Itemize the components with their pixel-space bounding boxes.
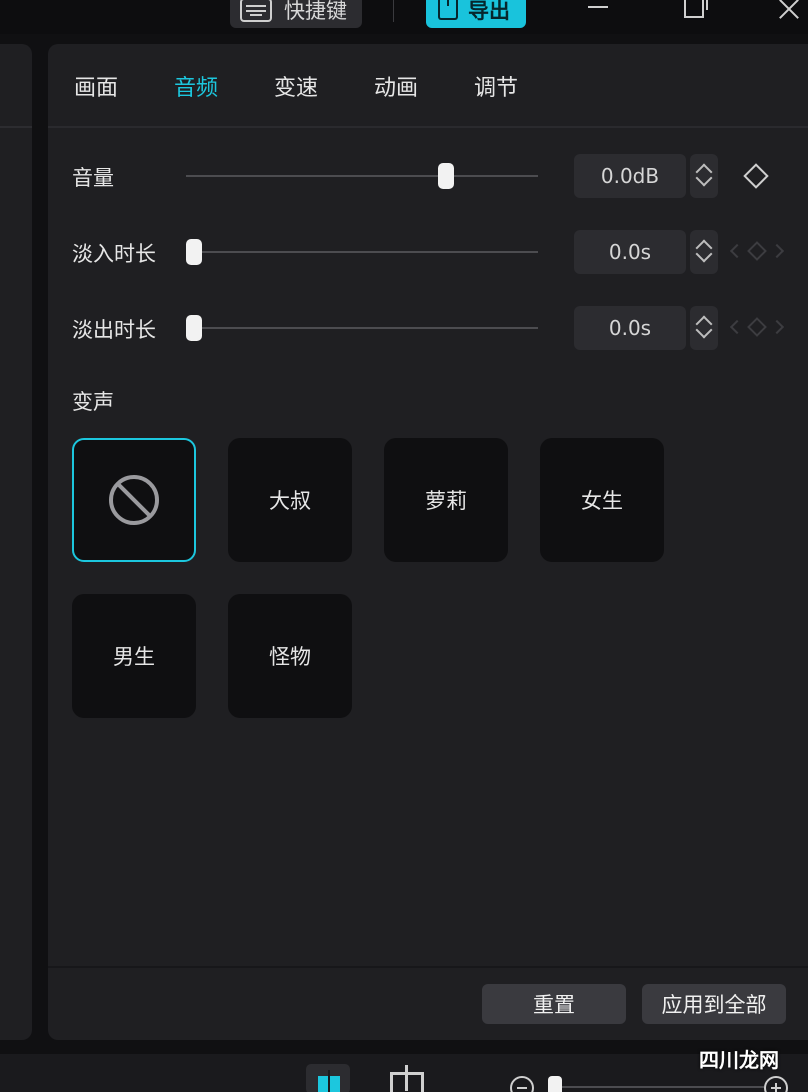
fade-in-slider-thumb[interactable] xyxy=(186,239,202,265)
fade-out-stepper[interactable] xyxy=(690,306,718,350)
volume-slider-thumb[interactable] xyxy=(438,163,454,189)
split-icon[interactable] xyxy=(390,1065,424,1092)
tab-audio[interactable]: 音频 xyxy=(174,70,218,102)
voice-change-title: 变声 xyxy=(72,390,114,414)
fade-in-value-input[interactable]: 0.0s xyxy=(574,230,686,274)
tab-speed[interactable]: 变速 xyxy=(274,70,318,102)
fade-in-slider-track[interactable] xyxy=(186,251,538,253)
tab-animation[interactable]: 动画 xyxy=(374,70,418,102)
magnet-icon xyxy=(318,1070,340,1092)
footer-divider xyxy=(48,966,808,968)
export-button[interactable]: 导出 xyxy=(426,0,526,28)
tab-bar: 画面 音频 变速 动画 调节 xyxy=(48,44,808,128)
main-track-magnet-button[interactable] xyxy=(306,1064,350,1092)
maximize-icon[interactable] xyxy=(684,0,708,18)
timeline-toolbar xyxy=(0,1054,808,1092)
voice-option-female[interactable]: 女生 xyxy=(540,438,664,562)
shortcut-label: 快捷键 xyxy=(284,0,347,23)
apply-to-all-button[interactable]: 应用到全部 xyxy=(642,984,786,1024)
volume-slider-track[interactable] xyxy=(186,175,538,177)
left-panel xyxy=(0,44,32,1040)
tab-picture[interactable]: 画面 xyxy=(74,70,118,102)
volume-value-input[interactable]: 0.0dB xyxy=(574,154,686,198)
watermark: 四川龙网 xyxy=(699,1047,779,1072)
shortcut-button[interactable]: 快捷键 xyxy=(230,0,362,28)
export-icon xyxy=(438,0,458,20)
voice-option-male[interactable]: 男生 xyxy=(72,594,196,718)
volume-stepper[interactable] xyxy=(690,154,718,198)
zoom-slider-track[interactable] xyxy=(548,1086,764,1088)
fade-in-keyframe-nav-icon xyxy=(728,241,786,262)
none-icon xyxy=(109,475,159,525)
voice-option-none[interactable] xyxy=(72,438,196,562)
voice-option-loli[interactable]: 萝莉 xyxy=(384,438,508,562)
tab-adjust[interactable]: 调节 xyxy=(474,70,518,102)
window-title-bar: 快捷键 导出 xyxy=(0,0,808,34)
fade-out-slider-thumb[interactable] xyxy=(186,315,202,341)
reset-button[interactable]: 重置 xyxy=(482,984,626,1024)
voice-option-uncle[interactable]: 大叔 xyxy=(228,438,352,562)
keyboard-icon xyxy=(240,0,272,22)
properties-panel: 画面 音频 变速 动画 调节 音量 0.0dB 淡入时长 0.0s 淡出时长 0… xyxy=(48,44,808,1040)
close-icon[interactable] xyxy=(776,0,802,22)
toolbar-divider xyxy=(393,0,394,22)
volume-label: 音量 xyxy=(72,166,114,190)
zoom-in-icon[interactable] xyxy=(764,1076,788,1092)
fade-out-label: 淡出时长 xyxy=(72,318,156,342)
fade-in-stepper[interactable] xyxy=(690,230,718,274)
fade-out-keyframe-nav-icon xyxy=(728,317,786,338)
fade-in-label: 淡入时长 xyxy=(72,242,156,266)
fade-out-value-input[interactable]: 0.0s xyxy=(574,306,686,350)
export-label: 导出 xyxy=(468,0,510,23)
zoom-slider-thumb[interactable] xyxy=(548,1076,562,1092)
zoom-out-icon[interactable] xyxy=(510,1076,534,1092)
keyframe-diamond-icon[interactable] xyxy=(743,163,769,189)
fade-out-slider-track[interactable] xyxy=(186,327,538,329)
voice-option-monster[interactable]: 怪物 xyxy=(228,594,352,718)
minimize-icon[interactable] xyxy=(588,6,608,8)
